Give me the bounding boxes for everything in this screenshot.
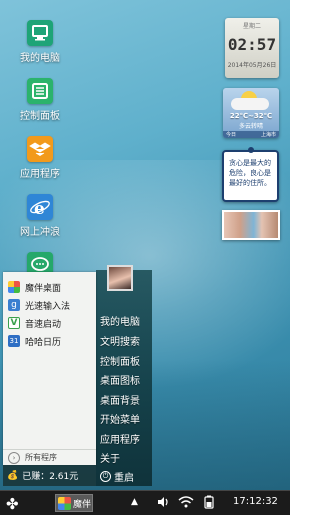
note-text: 贪心是最大的危险，良心是最好的住所。 — [229, 159, 271, 187]
weather-today: 今日 — [226, 132, 237, 138]
menu-item-label: 光速输入法 — [25, 301, 71, 312]
weather-city: 上海市 — [260, 132, 276, 138]
desktop-icon-label: 控制面板 — [20, 111, 60, 122]
desktop-icon-label: 应用程序 — [20, 169, 60, 180]
menu-item-label: 哈哈日历 — [25, 337, 62, 348]
start-button[interactable]: ✤ — [6, 496, 22, 512]
earnings-bar: 💰 已赚：2.61元 — [3, 465, 96, 486]
earnings-text: 已赚：2.61元 — [22, 472, 79, 482]
power-icon: ⏻ — [100, 471, 111, 482]
battery-icon[interactable] — [203, 495, 215, 512]
menu-right-applications[interactable]: 应用程序 — [100, 431, 140, 446]
note-widget[interactable]: 贪心是最大的危险，良心是最好的住所。 — [222, 147, 279, 202]
money-bag-icon: 💰 — [7, 470, 19, 481]
control-panel-icon — [27, 78, 53, 104]
clover-icon: ✤ — [6, 495, 19, 513]
dropbox-icon — [27, 136, 53, 162]
menu-item-label: 音速启动 — [25, 319, 62, 330]
menu-right-desktop-icons[interactable]: 桌面图标 — [100, 372, 140, 387]
desktop-icon-control-panel[interactable]: 控制面板 — [2, 78, 78, 122]
desktop-icon-my-computer[interactable]: 我的电脑 — [2, 20, 78, 64]
cloud-icon — [231, 98, 269, 110]
taskbar-app-label: 魔伴 — [73, 499, 92, 510]
tray-expand-icon[interactable]: ▲ — [131, 497, 138, 507]
all-programs-label: 所有程序 — [25, 453, 57, 462]
volume-icon[interactable] — [156, 495, 170, 512]
arrow-right-icon: › — [8, 451, 20, 464]
weather-widget[interactable]: 22℃~32℃ 多云转晴 今日 上海市 — [223, 88, 279, 138]
menu-item-input-method[interactable]: g 光速输入法 — [3, 296, 96, 314]
mobanzhuomian-icon — [58, 496, 71, 510]
clock-day: 星期二 — [242, 23, 261, 30]
menu-right-start-menu[interactable]: 开始菜单 — [100, 411, 140, 426]
restart-label: 重启 — [114, 473, 134, 484]
keyboard-icon: g — [8, 299, 20, 311]
menu-right-about[interactable]: 关于 — [100, 450, 120, 465]
wifi-icon[interactable] — [178, 495, 194, 512]
taskbar-clock: 17:12:32 — [233, 496, 278, 507]
start-menu-left-panel: 魔伴桌面 g 光速输入法 V 音速启动 31 哈哈日历 › 所有程序 — [3, 272, 96, 465]
restart-button[interactable]: ⏻ 重启 — [100, 469, 134, 484]
menu-item-label: 魔伴桌面 — [25, 283, 62, 294]
menu-right-my-computer[interactable]: 我的电脑 — [100, 313, 140, 328]
desktop-icon-applications[interactable]: 应用程序 — [2, 136, 78, 180]
photo-widget[interactable] — [222, 210, 280, 240]
weather-temperature: 22℃~32℃ — [229, 112, 273, 120]
launcher-icon: V — [8, 317, 20, 329]
menu-item-calendar[interactable]: 31 哈哈日历 — [3, 332, 96, 350]
taskbar: ✤ 魔伴 ▲ 17:12:32 — [0, 490, 290, 515]
avatar[interactable] — [107, 265, 133, 291]
desktop-icon-label: 网上冲浪 — [20, 227, 60, 238]
ie-browser-icon: e — [27, 194, 53, 220]
computer-icon — [27, 20, 53, 46]
clock-date: 2014年05月26日 — [227, 62, 277, 69]
clock-widget[interactable]: 星期二 02:57 2014年05月26日 — [225, 18, 279, 78]
calendar-icon: 31 — [8, 335, 20, 347]
menu-right-control-panel[interactable]: 控制面板 — [100, 353, 140, 368]
weather-footer: 今日 上海市 — [223, 131, 279, 138]
desktop-icon-label: 我的电脑 — [20, 53, 60, 64]
clock-time: 02:57 — [227, 35, 277, 54]
mobanzhuomian-icon — [8, 281, 20, 293]
desktop-icon-browser[interactable]: e 网上冲浪 — [2, 194, 78, 238]
menu-item-mobanzhuomian[interactable]: 魔伴桌面 — [3, 278, 96, 296]
weather-condition: 多云转晴 — [238, 123, 263, 130]
menu-right-search[interactable]: 文明搜索 — [100, 333, 140, 348]
menu-right-desktop-background[interactable]: 桌面背景 — [100, 392, 140, 407]
menu-item-launcher[interactable]: V 音速启动 — [3, 314, 96, 332]
taskbar-app-moban[interactable]: 魔伴 — [55, 494, 93, 512]
all-programs-button[interactable]: › 所有程序 — [3, 449, 96, 465]
